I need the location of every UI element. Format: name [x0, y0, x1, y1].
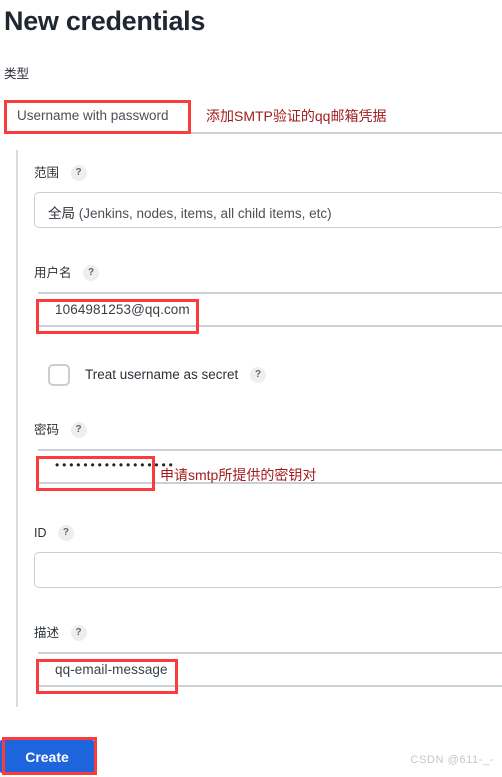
- credential-type-selected-value: Username with password: [17, 108, 169, 123]
- help-icon-treat-as-secret[interactable]: ?: [250, 367, 267, 383]
- watermark: CSDN @611-_-: [410, 754, 494, 766]
- treat-username-as-secret-label: Treat username as secret ?: [85, 365, 267, 384]
- help-icon-id[interactable]: ?: [57, 525, 74, 541]
- field-username: 用户名 ? 1064981253@qq.com: [18, 264, 502, 332]
- annotation-credential-type: 添加SMTP验证的qq邮箱凭据: [206, 108, 387, 124]
- username-label-text: 用户名: [34, 266, 72, 280]
- scope-value-zh: 全局: [48, 206, 75, 221]
- create-button[interactable]: Create: [0, 740, 94, 773]
- username-value: 1064981253@qq.com: [55, 302, 190, 317]
- scope-label-text: 范围: [34, 166, 60, 180]
- password-label-text: 密码: [34, 423, 60, 437]
- treat-username-as-secret-checkbox[interactable]: [48, 364, 70, 386]
- id-input[interactable]: [34, 552, 502, 588]
- username-label: 用户名 ?: [34, 264, 99, 282]
- scope-selected-value: 全局 (Jenkins, nodes, items, all child ite…: [48, 202, 332, 222]
- field-scope: 范围 ? 全局 (Jenkins, nodes, items, all chil…: [18, 164, 502, 234]
- type-field-label: 类型: [4, 67, 30, 81]
- description-input[interactable]: qq-email-message: [38, 652, 502, 687]
- scope-label: 范围 ?: [34, 164, 87, 182]
- description-label-text: 描述: [34, 626, 60, 640]
- help-icon-username[interactable]: ?: [83, 265, 99, 281]
- password-masked-value: •••••••••••••••••: [55, 458, 176, 472]
- treat-username-as-secret-row[interactable]: Treat username as secret ?: [34, 362, 502, 386]
- id-label-text: ID: [34, 526, 47, 540]
- scope-select[interactable]: 全局 (Jenkins, nodes, items, all child ite…: [34, 192, 502, 228]
- field-description: 描述 ? qq-email-message: [18, 624, 502, 692]
- help-icon-description[interactable]: ?: [70, 625, 87, 641]
- treat-username-as-secret-text: Treat username as secret: [85, 367, 239, 382]
- id-label: ID ?: [34, 524, 74, 542]
- credentials-form-panel: 范围 ? 全局 (Jenkins, nodes, items, all chil…: [16, 150, 502, 707]
- help-icon-scope[interactable]: ?: [70, 165, 87, 181]
- password-label: 密码 ?: [34, 421, 87, 439]
- page-title: New credentials: [4, 6, 206, 36]
- description-label: 描述 ?: [34, 624, 87, 642]
- scope-value-en: (Jenkins, nodes, items, all child items,…: [75, 206, 332, 221]
- help-icon-password[interactable]: ?: [70, 422, 87, 438]
- field-id: ID ?: [18, 524, 502, 594]
- annotation-password: 申请smtp所提供的密钥对: [160, 467, 317, 483]
- username-input[interactable]: 1064981253@qq.com: [38, 292, 502, 327]
- description-value: qq-email-message: [55, 662, 168, 677]
